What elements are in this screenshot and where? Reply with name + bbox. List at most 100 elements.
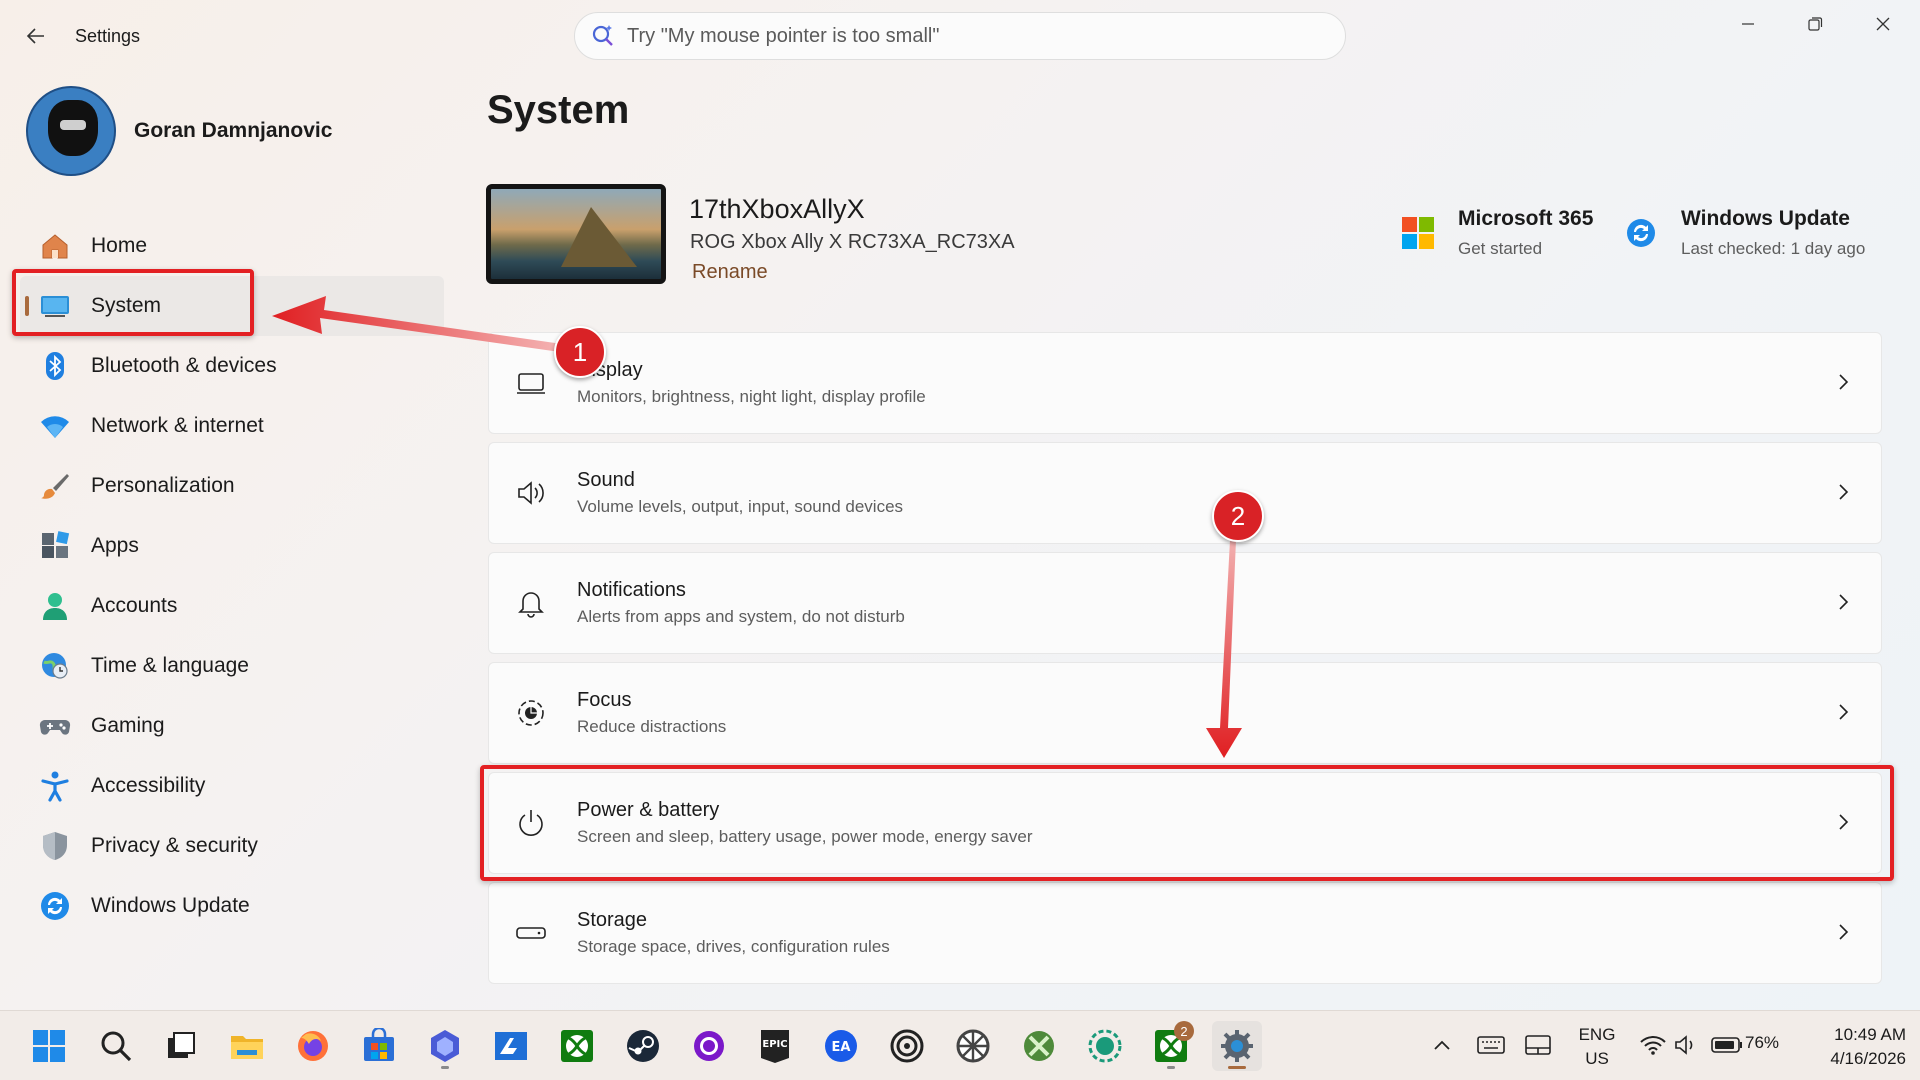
tray-volume[interactable]: [1672, 1029, 1702, 1061]
bell-icon: [513, 585, 549, 621]
microsoft-365-link[interactable]: Microsoft 365 Get started: [1402, 207, 1593, 259]
focus-icon: [513, 695, 549, 731]
sidebar-item-privacy[interactable]: Privacy & security: [20, 816, 444, 876]
taskbar-ea-app[interactable]: EA: [816, 1021, 866, 1071]
step-1-badge: 1: [554, 326, 606, 378]
taskbar-xbox-game[interactable]: [1014, 1021, 1064, 1071]
back-button[interactable]: [20, 20, 52, 52]
card-display[interactable]: Display Monitors, brightness, night ligh…: [488, 332, 1882, 434]
clock[interactable]: 10:49 AM 4/16/2026: [1800, 1023, 1906, 1071]
power-icon: [513, 805, 549, 841]
card-focus[interactable]: Focus Reduce distractions: [488, 662, 1882, 764]
chevron-right-icon: [1831, 700, 1855, 724]
sidebar-item-label: Home: [91, 234, 148, 257]
tray-battery[interactable]: [1710, 1029, 1744, 1061]
taskbar-xbox-app[interactable]: 2: [1146, 1021, 1196, 1071]
avatar[interactable]: [26, 86, 116, 176]
card-notifications[interactable]: Notifications Alerts from apps and syste…: [488, 552, 1882, 654]
sidebar-item-home[interactable]: Home: [20, 216, 444, 276]
globe-clock-icon: [38, 649, 72, 683]
taskbar-vpn-app[interactable]: [420, 1021, 470, 1071]
sidebar-item-accounts[interactable]: Accounts: [20, 576, 444, 636]
sidebar-item-bluetooth[interactable]: Bluetooth & devices: [20, 336, 444, 396]
step-2-badge: 2: [1212, 490, 1264, 542]
sidebar-item-apps[interactable]: Apps: [20, 516, 444, 576]
minimize-button[interactable]: [1718, 8, 1778, 40]
language-indicator[interactable]: ENG US: [1572, 1023, 1622, 1071]
search-icon: [589, 22, 617, 50]
windows-update-link[interactable]: Windows Update Last checked: 1 day ago: [1625, 207, 1865, 259]
taskbar-camera-app[interactable]: [1080, 1021, 1130, 1071]
touchpad-icon: [1525, 1035, 1551, 1055]
taskbar-start[interactable]: [24, 1021, 74, 1071]
tray-touchpad[interactable]: [1523, 1029, 1553, 1061]
close-button[interactable]: [1853, 8, 1913, 40]
card-sound[interactable]: Sound Volume levels, output, input, soun…: [488, 442, 1882, 544]
search-box[interactable]: Try "My mouse pointer is too small": [574, 12, 1346, 60]
card-storage[interactable]: Storage Storage space, drives, configura…: [488, 882, 1882, 984]
sidebar-item-personalization[interactable]: Personalization: [20, 456, 444, 516]
settings-icon: [1221, 1030, 1253, 1062]
taskbar-epic-games[interactable]: EPIC: [750, 1021, 800, 1071]
xbox-game-icon: [1024, 1031, 1054, 1061]
sidebar-item-network[interactable]: Network & internet: [20, 396, 444, 456]
taskbar-store[interactable]: [354, 1021, 404, 1071]
steam-icon: [627, 1030, 659, 1062]
card-description: Volume levels, output, input, sound devi…: [577, 497, 904, 516]
battery-percentage: 76%: [1745, 1033, 1780, 1052]
card-power-battery[interactable]: Power & battery Screen and sleep, batter…: [488, 772, 1882, 874]
task-view-icon: [168, 1032, 195, 1058]
sidebar-item-time-language[interactable]: Time & language: [20, 636, 444, 696]
taskbar-wheel-app[interactable]: [948, 1021, 998, 1071]
card-description: Screen and sleep, battery usage, power m…: [577, 827, 1033, 846]
taskbar-mail-app[interactable]: [486, 1021, 536, 1071]
taskbar-ubisoft[interactable]: [882, 1021, 932, 1071]
card-description: Monitors, brightness, night light, displ…: [577, 387, 926, 406]
rename-link[interactable]: Rename: [692, 261, 768, 284]
taskbar-file-explorer[interactable]: [222, 1021, 272, 1071]
notification-badge: 2: [1174, 1021, 1194, 1041]
store-icon: [364, 1028, 394, 1061]
taskbar-steam[interactable]: [618, 1021, 668, 1071]
sidebar-item-label: Apps: [91, 534, 139, 557]
chevron-right-icon: [1831, 810, 1855, 834]
taskbar-xbox[interactable]: [552, 1021, 602, 1071]
card-title: Display: [577, 359, 643, 381]
accounts-icon: [38, 589, 72, 623]
sidebar-item-system[interactable]: System: [20, 276, 444, 336]
microsoft-logo-icon: [1402, 217, 1434, 249]
user-profile[interactable]: Goran Damnjanovic: [26, 86, 332, 176]
epic-games-icon: EPIC: [761, 1030, 789, 1063]
sidebar-item-label: Privacy & security: [91, 834, 258, 857]
taskbar-firefox[interactable]: [288, 1021, 338, 1071]
tray-overflow-button[interactable]: [1430, 1029, 1454, 1061]
battery-icon: [1711, 1037, 1742, 1053]
taskbar-circle-app[interactable]: [684, 1021, 734, 1071]
chevron-right-icon: [1831, 480, 1855, 504]
app-title: Settings: [75, 26, 141, 46]
sidebar-item-label: Bluetooth & devices: [91, 354, 277, 377]
device-name: 17thXboxAllyX: [689, 194, 865, 224]
tray-touch-keyboard[interactable]: [1476, 1029, 1506, 1061]
card-description: Storage space, drives, configuration rul…: [577, 937, 890, 956]
wifi-icon: [38, 409, 72, 443]
sidebar-item-windows-update[interactable]: Windows Update: [20, 876, 444, 936]
running-indicator: [441, 1066, 449, 1069]
taskbar-task-view[interactable]: [156, 1021, 206, 1071]
card-title: Notifications: [577, 579, 686, 601]
sidebar-item-label: Accessibility: [91, 774, 206, 797]
brush-icon: [38, 469, 72, 503]
clock-date: 4/16/2026: [1830, 1049, 1906, 1068]
search-input[interactable]: Try "My mouse pointer is too small": [627, 25, 939, 48]
camera-app-icon: [1088, 1029, 1122, 1063]
sidebar-item-gaming[interactable]: Gaming: [20, 696, 444, 756]
taskbar-settings[interactable]: [1212, 1021, 1262, 1071]
bluetooth-icon: [38, 349, 72, 383]
settings-card-list: Display Monitors, brightness, night ligh…: [488, 332, 1882, 992]
restore-button[interactable]: [1785, 8, 1845, 40]
profile-name: Goran Damnjanovic: [134, 119, 333, 142]
shield-icon: [38, 829, 72, 863]
taskbar-search[interactable]: [91, 1021, 141, 1071]
tray-wifi[interactable]: [1638, 1029, 1668, 1061]
sidebar-item-accessibility[interactable]: Accessibility: [20, 756, 444, 816]
